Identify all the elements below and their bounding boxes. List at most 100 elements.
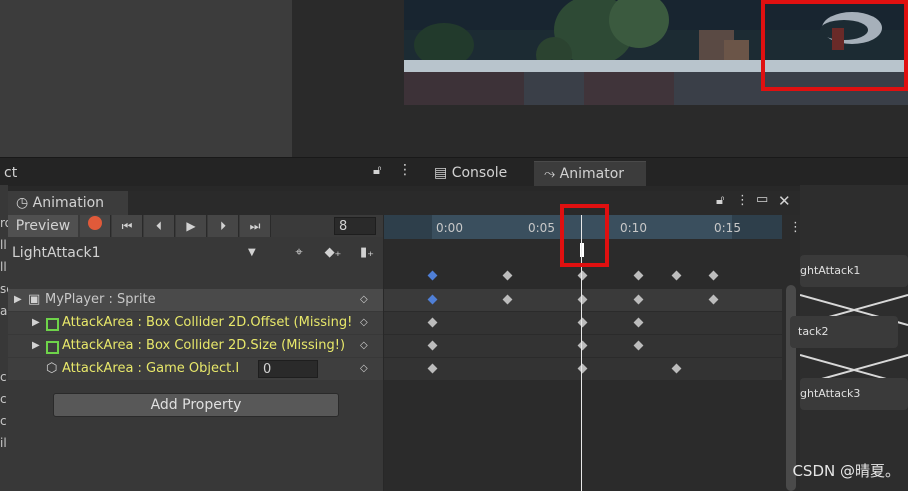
clip-dropdown[interactable]: LightAttack1 ▼ bbox=[12, 241, 260, 265]
keyframe[interactable] bbox=[427, 363, 438, 374]
keyframe[interactable] bbox=[577, 270, 588, 281]
tab-console-label: Console bbox=[451, 165, 508, 181]
keyframe[interactable] bbox=[577, 317, 588, 328]
lock-icon[interactable]: 🔓︎ bbox=[716, 193, 724, 208]
add-keyframe-icon[interactable]: ◆₊ bbox=[318, 241, 348, 265]
tab-animator-label: Animator bbox=[559, 166, 625, 182]
animator-state-node[interactable]: ghtAttack1 bbox=[800, 255, 908, 287]
dopesheet[interactable]: 0:00 0:05 0:10 0:15 ⋮ bbox=[384, 204, 802, 491]
keyframe[interactable] bbox=[577, 294, 588, 305]
filter-by-selection-icon[interactable]: ⌖ bbox=[284, 241, 314, 265]
next-icon: ⏵ bbox=[219, 219, 226, 233]
tab-console[interactable]: ▤ Console bbox=[424, 161, 534, 186]
left-sidebar-fragments: ro ll ll se an c c c il bbox=[0, 212, 8, 454]
keyframe[interactable] bbox=[502, 270, 513, 281]
property-row[interactable]: ▶ AttackArea : Box Collider 2D.Offset (M… bbox=[8, 312, 383, 334]
timeline-margin bbox=[384, 215, 432, 239]
summary-row[interactable] bbox=[384, 265, 782, 287]
keyframe[interactable] bbox=[427, 340, 438, 351]
sidebar-fragment: se bbox=[0, 282, 8, 296]
tick-label: 0:10 bbox=[620, 221, 647, 235]
keyframe[interactable] bbox=[671, 270, 682, 281]
add-event-icon[interactable]: ▮₊ bbox=[352, 241, 382, 265]
property-row[interactable]: ⬡ AttackArea : Game Object.I 0 ◇ bbox=[8, 358, 383, 380]
sidebar-fragment: c bbox=[0, 392, 7, 406]
keyframe[interactable] bbox=[708, 294, 719, 305]
box-collider-icon bbox=[46, 318, 59, 331]
keyframe[interactable] bbox=[633, 294, 644, 305]
keyframe[interactable] bbox=[577, 340, 588, 351]
property-track[interactable] bbox=[384, 289, 782, 312]
previous-keyframe-button[interactable]: ⏴ bbox=[144, 215, 175, 237]
property-label: AttackArea : Box Collider 2D.Offset (Mis… bbox=[62, 315, 353, 330]
animator-state-node[interactable]: tack2 bbox=[790, 316, 898, 348]
skip-first-icon: ⏮ bbox=[121, 219, 133, 233]
lock-icon[interactable]: 🔓︎ bbox=[373, 163, 381, 178]
keyframe[interactable] bbox=[427, 270, 438, 281]
property-track[interactable] bbox=[384, 335, 782, 358]
expand-arrow-icon[interactable]: ▶ bbox=[32, 335, 40, 357]
property-row[interactable]: ▶ AttackArea : Box Collider 2D.Size (Mis… bbox=[8, 335, 383, 357]
expand-arrow-icon[interactable]: ▶ bbox=[32, 312, 40, 334]
game-object-icon: ⬡ bbox=[46, 361, 58, 376]
sidebar-fragment: ll bbox=[0, 260, 7, 274]
keyframe-toggle-icon[interactable]: ◇ bbox=[360, 312, 368, 334]
game-view-footer bbox=[404, 105, 908, 157]
property-row[interactable]: ▶ ▣ MyPlayer : Sprite ◇ bbox=[8, 289, 383, 311]
highlight-box-player bbox=[761, 0, 908, 91]
previous-icon: ⏴ bbox=[155, 219, 162, 233]
property-track[interactable] bbox=[384, 358, 782, 381]
play-icon: ▶ bbox=[186, 219, 196, 233]
sidebar-fragment: ro bbox=[0, 216, 8, 230]
maximize-icon[interactable]: ▭ bbox=[756, 192, 768, 207]
keyframe[interactable] bbox=[708, 270, 719, 281]
keyframe-toggle-icon[interactable]: ◇ bbox=[360, 335, 368, 357]
play-button[interactable]: ▶ bbox=[176, 215, 207, 237]
clip-name: LightAttack1 bbox=[12, 245, 101, 261]
more-menu-icon[interactable]: ⋮ bbox=[398, 162, 412, 178]
next-keyframe-button[interactable]: ⏵ bbox=[208, 215, 239, 237]
property-label: AttackArea : Box Collider 2D.Size (Missi… bbox=[62, 338, 346, 353]
keyframe[interactable] bbox=[633, 270, 644, 281]
tab-fragment[interactable]: ct bbox=[0, 161, 27, 186]
keyframe-toggle-icon[interactable]: ◇ bbox=[360, 358, 368, 380]
keyframe[interactable] bbox=[633, 317, 644, 328]
keyframe[interactable] bbox=[633, 340, 644, 351]
skip-last-icon: ⏭ bbox=[249, 219, 261, 233]
keyframe-toggle-icon[interactable]: ◇ bbox=[360, 289, 368, 311]
close-icon[interactable]: ✕ bbox=[778, 192, 791, 210]
highlight-box-playhead bbox=[560, 204, 609, 267]
record-button[interactable] bbox=[80, 215, 111, 237]
more-menu-icon[interactable]: ⋮ bbox=[736, 193, 749, 208]
first-keyframe-button[interactable]: ⏮ bbox=[112, 215, 143, 237]
game-view bbox=[404, 0, 908, 105]
tab-animation[interactable]: ◷ Animation bbox=[8, 191, 128, 215]
keyframe[interactable] bbox=[502, 294, 513, 305]
box-collider-icon bbox=[46, 341, 59, 354]
keyframe[interactable] bbox=[577, 363, 588, 374]
frame-field[interactable]: 8 bbox=[334, 217, 376, 235]
animator-icon: ⤳ bbox=[544, 166, 556, 182]
preview-button[interactable]: Preview bbox=[8, 215, 78, 237]
add-property-button[interactable]: Add Property bbox=[53, 393, 339, 417]
right-tab-bar: ▤ Console ⤳ Animator bbox=[420, 157, 908, 186]
property-track[interactable] bbox=[384, 312, 782, 335]
sidebar-fragment: an bbox=[0, 304, 8, 318]
expand-arrow-icon[interactable]: ▶ bbox=[14, 289, 22, 311]
clip-row: LightAttack1 ▼ ⌖ ◆₊ ▮₊ bbox=[8, 241, 383, 265]
sprite-icon: ▣ bbox=[28, 292, 41, 307]
sidebar-fragment: c bbox=[0, 370, 7, 384]
playback-toolbar: Preview ⏮ ⏴ ▶ ⏵ ⏭ 8 bbox=[8, 215, 383, 237]
top-left-panel bbox=[0, 0, 292, 157]
animator-graph[interactable]: ghtAttack1 tack2 ghtAttack3 bbox=[790, 185, 908, 491]
tab-animator[interactable]: ⤳ Animator bbox=[534, 161, 646, 186]
animator-state-node[interactable]: ghtAttack3 bbox=[800, 378, 908, 410]
keyframe[interactable] bbox=[427, 317, 438, 328]
keyframe[interactable] bbox=[671, 363, 682, 374]
keyframe[interactable] bbox=[427, 294, 438, 305]
tick-label: 0:15 bbox=[714, 221, 741, 235]
chevron-down-icon: ▼ bbox=[248, 247, 256, 258]
animator-state-label: tack2 bbox=[798, 325, 829, 338]
property-value-field[interactable]: 0 bbox=[258, 360, 318, 378]
last-keyframe-button[interactable]: ⏭ bbox=[240, 215, 271, 237]
